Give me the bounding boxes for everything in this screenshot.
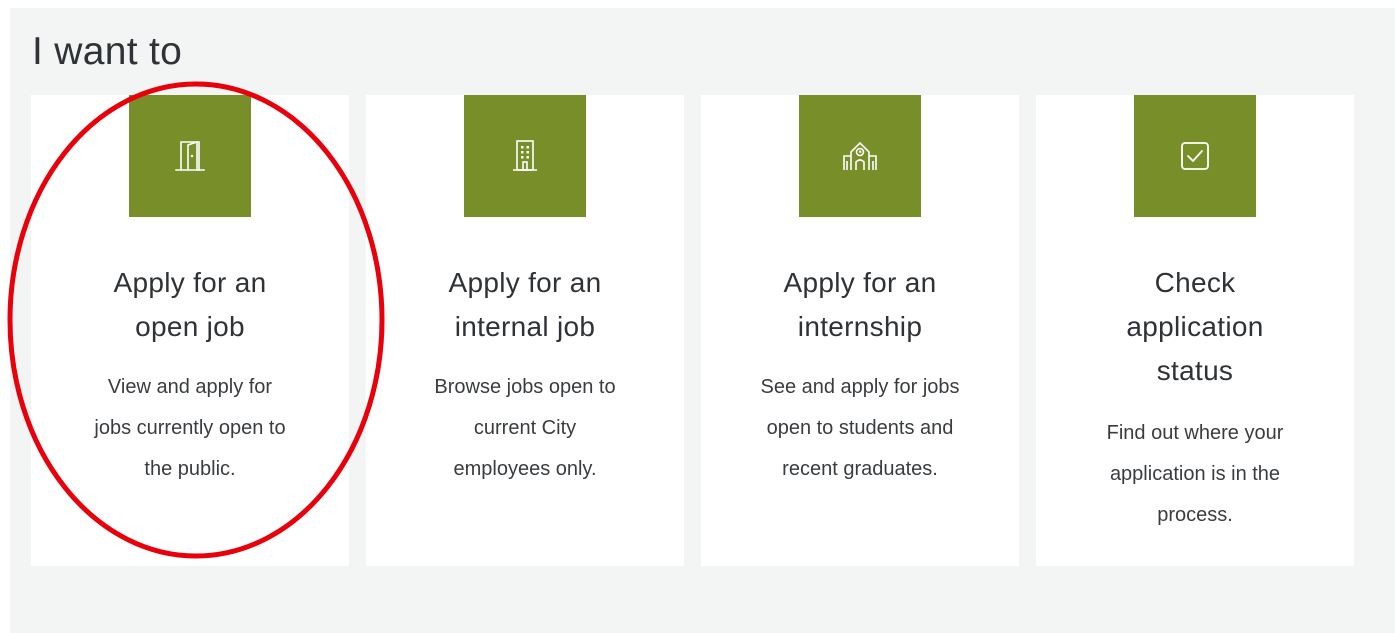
card-title: Apply for an internship bbox=[721, 261, 999, 349]
office-building-icon bbox=[513, 140, 537, 171]
card-title-line: Check bbox=[1154, 267, 1236, 298]
card-title-line: Apply for an bbox=[448, 267, 602, 298]
card-desc-line: recent graduates. bbox=[782, 458, 938, 480]
card-check-application-status[interactable]: Check application status Find out where … bbox=[1036, 95, 1354, 566]
card-title: Apply for an internal job bbox=[386, 261, 664, 349]
card-desc-line: Find out where your bbox=[1106, 422, 1284, 444]
section-title: I want to bbox=[32, 30, 183, 73]
card-title-line: Apply for an bbox=[113, 267, 267, 298]
card-title-line: internship bbox=[797, 311, 923, 342]
card-description: See and apply for jobs open to students … bbox=[741, 367, 979, 490]
card-desc-line: process. bbox=[1157, 504, 1233, 526]
card-title-line: internal job bbox=[454, 311, 596, 342]
card-title: Apply for an open job bbox=[51, 261, 329, 349]
card-desc-line: Browse jobs open to bbox=[434, 376, 616, 398]
card-apply-internal-job[interactable]: Apply for an internal job Browse jobs op… bbox=[366, 95, 684, 566]
card-description: Find out where your application is in th… bbox=[1076, 413, 1314, 536]
card-desc-line: current City bbox=[473, 417, 577, 439]
card-desc-line: jobs currently open to bbox=[94, 417, 286, 439]
card-description: View and apply for jobs currently open t… bbox=[71, 367, 309, 490]
card-title-line: Apply for an bbox=[783, 267, 937, 298]
card-title-line: application bbox=[1126, 311, 1264, 342]
card-apply-internship[interactable]: Apply for an internship See and apply fo… bbox=[701, 95, 1019, 566]
card-desc-line: open to students and bbox=[766, 417, 954, 439]
door-icon bbox=[175, 140, 205, 171]
card-title-line: open job bbox=[135, 311, 245, 342]
card-title-line: status bbox=[1156, 355, 1234, 386]
card-desc-line: View and apply for bbox=[107, 376, 273, 398]
card-desc-line: employees only. bbox=[453, 458, 597, 480]
card-desc-line: application is in the bbox=[1109, 463, 1281, 485]
card-apply-open-job[interactable]: Apply for an open job View and apply for… bbox=[31, 95, 349, 566]
card-icon-box bbox=[1134, 95, 1256, 217]
card-desc-line: See and apply for jobs bbox=[760, 376, 960, 398]
card-icon-box bbox=[799, 95, 921, 217]
card-description: Browse jobs open to current City employe… bbox=[406, 367, 644, 490]
card-title: Check application status bbox=[1056, 261, 1334, 393]
checkbox-icon bbox=[1181, 142, 1209, 170]
card-desc-line: the public. bbox=[144, 458, 236, 480]
card-icon-box bbox=[464, 95, 586, 217]
school-building-icon bbox=[843, 141, 877, 170]
card-icon-box bbox=[129, 95, 251, 217]
